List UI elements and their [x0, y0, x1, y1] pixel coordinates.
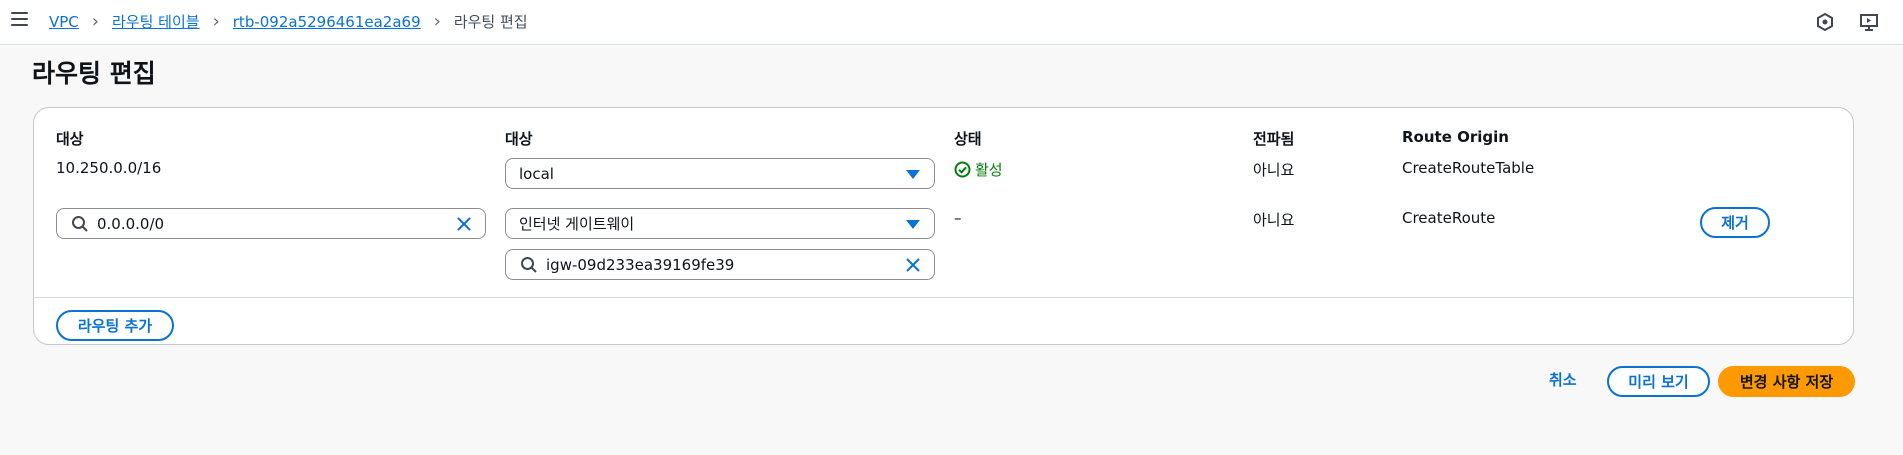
clear-icon[interactable] — [455, 215, 473, 233]
route-destination-text: 10.250.0.0/16 — [56, 159, 162, 177]
clear-icon[interactable] — [904, 256, 922, 274]
propagated-text: 아니요 — [1253, 211, 1295, 229]
menu-icon[interactable] — [11, 12, 28, 26]
target-select-value: local — [519, 164, 554, 183]
breadcrumb-link-vpc[interactable]: VPC — [49, 13, 79, 31]
propagated-text: 아니요 — [1253, 161, 1295, 179]
column-header-status: 상태 — [954, 130, 982, 148]
breadcrumb: VPC › 라우팅 테이블 › rtb-092a5296461ea2a69 › … — [49, 11, 528, 32]
settings-hexagon-icon[interactable] — [1815, 12, 1835, 32]
remove-route-button[interactable]: 제거 — [1700, 207, 1770, 238]
route-origin-text: CreateRoute — [1402, 209, 1496, 227]
column-header-destination: 대상 — [56, 130, 84, 148]
caret-down-icon — [906, 170, 920, 179]
route-origin-text: CreateRouteTable — [1402, 159, 1535, 177]
page-title: 라우팅 편집 — [32, 59, 156, 88]
search-icon — [521, 256, 537, 273]
target-id-value: igw-09d233ea39169fe39 — [546, 255, 735, 274]
preview-button[interactable]: 미리 보기 — [1607, 366, 1710, 397]
status-text: – — [954, 209, 962, 227]
chevron-right-icon: › — [212, 10, 220, 32]
breadcrumb-link-route-table-id[interactable]: rtb-092a5296461ea2a69 — [233, 13, 421, 31]
divider — [34, 297, 1853, 298]
breadcrumb-current: 라우팅 편집 — [453, 13, 528, 31]
page-content: 라우팅 편집 대상 대상 상태 전파됨 Route Origin 10.250.… — [0, 46, 1903, 455]
target-id-input[interactable]: igw-09d233ea39169fe39 — [505, 249, 935, 280]
status-badge: 활성 — [954, 159, 1003, 180]
destination-input-value: 0.0.0.0/0 — [97, 214, 165, 233]
column-header-route-origin: Route Origin — [1402, 128, 1509, 146]
target-type-value: 인터넷 게이트웨이 — [519, 215, 635, 233]
top-navigation-bar: VPC › 라우팅 테이블 › rtb-092a5296461ea2a69 › … — [0, 0, 1903, 45]
add-route-button[interactable]: 라우팅 추가 — [56, 310, 174, 341]
breadcrumb-link-route-tables[interactable]: 라우팅 테이블 — [112, 11, 200, 32]
target-select[interactable]: local — [505, 158, 935, 189]
status-text: 활성 — [975, 161, 1003, 179]
chevron-right-icon: › — [433, 10, 441, 32]
column-header-propagated: 전파됨 — [1253, 130, 1295, 148]
screen-feedback-icon[interactable] — [1859, 12, 1879, 32]
target-type-select[interactable]: 인터넷 게이트웨이 — [505, 208, 935, 239]
check-circle-icon — [954, 161, 971, 178]
routes-editor-card: 대상 대상 상태 전파됨 Route Origin 10.250.0.0/16 … — [33, 107, 1854, 345]
chevron-right-icon: › — [91, 10, 99, 32]
caret-down-icon — [906, 220, 920, 229]
save-changes-button[interactable]: 변경 사항 저장 — [1718, 366, 1855, 397]
destination-input[interactable]: 0.0.0.0/0 — [56, 208, 486, 239]
cancel-button[interactable]: 취소 — [1549, 369, 1577, 390]
column-header-target: 대상 — [505, 130, 533, 148]
search-icon — [72, 215, 88, 232]
